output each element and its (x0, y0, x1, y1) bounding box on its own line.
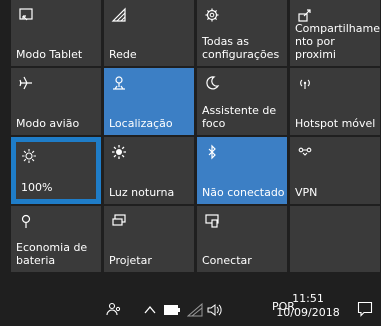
network-icon (110, 6, 128, 24)
settings-gear-icon (203, 6, 221, 24)
tile-label: 100% (21, 181, 53, 194)
battery-saver-icon (17, 212, 35, 230)
tablet-mode-icon (17, 6, 35, 24)
tile-airplane-mode[interactable]: Modo avião (11, 68, 101, 135)
clock[interactable]: 11:51 10/09/2018 (276, 292, 340, 320)
night-light-icon (110, 143, 128, 161)
tile-bluetooth[interactable]: Não conectado (197, 137, 287, 204)
location-icon (110, 74, 128, 92)
tile-night-light[interactable]: Luz noturna (104, 137, 194, 204)
battery-icon[interactable] (163, 302, 181, 318)
tile-label: Localização (109, 117, 173, 130)
tile-label: VPN (295, 186, 318, 199)
tile-label: Hotspot móvel (295, 117, 376, 130)
tile-label: Não conectado (202, 186, 285, 199)
tile-connect[interactable]: Conectar (197, 206, 287, 272)
empty-tile (290, 206, 380, 272)
tile-label: Modo Tablet (16, 48, 83, 61)
volume-icon[interactable] (206, 302, 224, 318)
tile-label: Todas as configurações (202, 35, 280, 61)
wifi-icon[interactable] (186, 302, 204, 318)
tile-label: Projetar (109, 254, 152, 267)
tile-label: Luz noturna (109, 186, 175, 199)
notification-icon[interactable] (355, 299, 375, 319)
connect-icon (203, 212, 221, 230)
hotspot-icon (296, 74, 314, 92)
tile-label: Rede (109, 48, 137, 61)
tile-label: Compartilhame nto por proximi (295, 22, 380, 61)
airplane-icon (17, 74, 35, 92)
bluetooth-icon (203, 143, 221, 161)
quick-actions-grid: Modo Tablet Rede Todas as configurações … (11, 0, 381, 276)
vpn-icon (296, 143, 314, 161)
tile-label: Conectar (202, 254, 252, 267)
tile-focus-assist[interactable]: Assistente de foco (197, 68, 287, 135)
tile-tablet-mode[interactable]: Modo Tablet (11, 0, 101, 66)
chevron-up-icon[interactable] (142, 302, 158, 318)
clock-time: 11:51 (292, 292, 324, 305)
tile-mobile-hotspot[interactable]: Hotspot móvel (290, 68, 380, 135)
tile-label: Economia de bateria (16, 241, 88, 267)
project-icon (110, 212, 128, 230)
tile-vpn[interactable]: VPN (290, 137, 380, 204)
moon-icon (203, 74, 221, 92)
clock-date: 10/09/2018 (276, 306, 340, 319)
tile-network[interactable]: Rede (104, 0, 194, 66)
people-icon[interactable] (104, 299, 124, 319)
tile-location[interactable]: Localização (104, 68, 194, 135)
tile-brightness[interactable]: 100% (11, 137, 101, 204)
tile-label: Assistente de foco (202, 104, 277, 130)
tile-nearby-sharing[interactable]: Compartilhame nto por proximi (290, 0, 380, 66)
brightness-icon (20, 147, 38, 165)
tile-all-settings[interactable]: Todas as configurações (197, 0, 287, 66)
tile-label: Modo avião (16, 117, 80, 130)
tile-project[interactable]: Projetar (104, 206, 194, 272)
tile-battery-saver[interactable]: Economia de bateria (11, 206, 101, 272)
